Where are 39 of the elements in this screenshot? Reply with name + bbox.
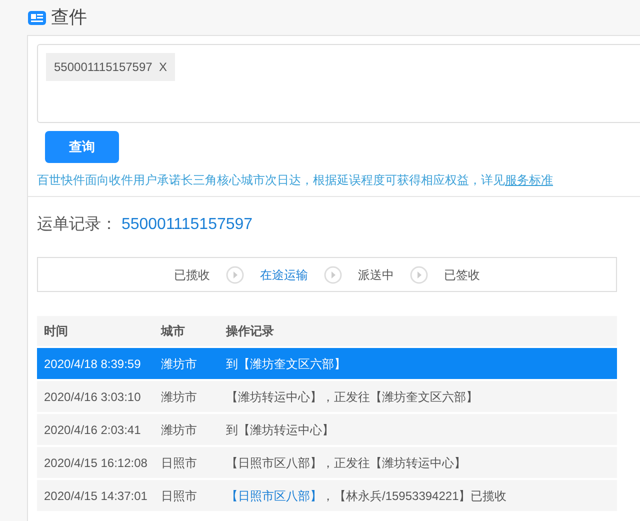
city-cell-text: 潍坊市 bbox=[161, 422, 198, 438]
column-header: 操作记录 bbox=[226, 323, 275, 340]
time-cell-text: 2020/4/16 2:03:41 bbox=[43, 422, 142, 438]
play-circle-icon bbox=[324, 266, 342, 284]
play-circle-icon bbox=[226, 266, 244, 284]
column-header: 时间 bbox=[43, 323, 69, 340]
progress-step: 在途运输 bbox=[260, 266, 308, 284]
record-cell-text: 【日照市区八部】，【林永兵/15953394221】已揽收 bbox=[226, 488, 508, 504]
tracking-tag: 550001115157597 X bbox=[46, 53, 175, 81]
city-cell-text: 日照市 bbox=[161, 454, 198, 472]
column-header: 城市 bbox=[161, 323, 186, 340]
page-title: 查件 bbox=[51, 6, 87, 29]
city-cell-text: 潍坊市 bbox=[161, 388, 198, 406]
time-cell-text: 2020/4/18 8:39:59 bbox=[43, 356, 142, 372]
table-row[interactable]: 2020/4/15 14:37:01 日照市 【日照市区八部】，【林永兵/15953394221】已揽收 bbox=[37, 480, 617, 511]
time-cell-text: 2020/4/15 16:12:08 bbox=[43, 454, 148, 472]
id-card-icon bbox=[27, 10, 47, 26]
branch-link[interactable]: 【日照市区八部】 bbox=[226, 488, 322, 502]
city-cell-text: 日照市 bbox=[161, 488, 198, 504]
service-note: 百世快件面向收件用户承诺长三角核心城市次日达，根据延误程度可获得相应权益，详见服务标准 bbox=[37, 172, 554, 189]
waybill-label: 运单记录： bbox=[37, 216, 117, 233]
table-row[interactable]: 2020/4/15 16:12:08 日照市 【日照市区八部】，正发往【潍坊转运中心】 bbox=[37, 447, 617, 478]
time-cell-text: 2020/4/15 14:37:01 bbox=[43, 488, 148, 504]
record-cell-text: 到【潍坊转运中心】 bbox=[226, 422, 335, 438]
record-cell-text: 【潍坊转运中心】，正发往【潍坊奎文区六部】 bbox=[226, 388, 479, 406]
table-row[interactable]: 2020/4/16 2:03:41 潍坊市 到【潍坊转运中心】 bbox=[37, 414, 617, 445]
record-cell-text: 到【潍坊奎文区六部】 bbox=[226, 356, 347, 372]
table-row[interactable]: 2020/4/16 3:03:10 潍坊市 【潍坊转运中心】，正发往【潍坊奎文区六部】 bbox=[37, 381, 617, 412]
progress-step: 已揽收 bbox=[174, 266, 210, 284]
progress-step: 已签收 bbox=[444, 266, 480, 284]
waybill-number: 550001115157597 bbox=[121, 216, 253, 233]
query-button[interactable]: 查询 bbox=[45, 131, 119, 163]
time-cell-text: 2020/4/16 3:03:10 bbox=[43, 388, 142, 406]
city-cell-text: 潍坊市 bbox=[161, 356, 198, 372]
progress-step: 派送中 bbox=[358, 266, 394, 284]
table-row[interactable]: 2020/4/18 8:39:59 潍坊市 到【潍坊奎文区六部】 bbox=[37, 348, 617, 379]
play-circle-icon bbox=[410, 266, 428, 284]
record-cell-text: 【日照市区八部】，正发往【潍坊转运中心】 bbox=[226, 454, 467, 472]
tracking-number-field[interactable]: 550001115157597 X bbox=[37, 44, 640, 123]
